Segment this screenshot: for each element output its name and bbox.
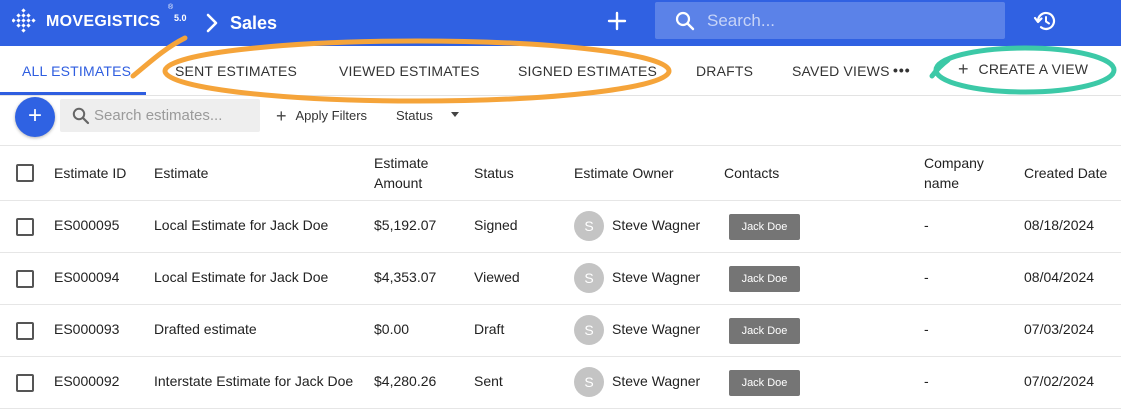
app-logo[interactable]: MOVEGISTICS [12, 8, 160, 36]
tab-sent-estimates[interactable]: SENT ESTIMATES [175, 63, 297, 79]
tab-drafts[interactable]: DRAFTS [696, 63, 753, 79]
cell-created-date: 07/02/2024 [1024, 373, 1095, 389]
cell-amount: $4,280.26 [374, 373, 437, 389]
cell-owner: Steve Wagner [612, 321, 701, 337]
table-header: Estimate ID Estimate Estimate Amount Sta… [0, 145, 1121, 201]
cell-owner: Steve Wagner [612, 217, 701, 233]
cell-amount: $5,192.07 [374, 217, 437, 233]
global-search-placeholder: Search... [707, 11, 776, 30]
column-header-status[interactable]: Status [474, 163, 514, 183]
table-row[interactable]: ES000093 Drafted estimate $0.00 Draft S … [0, 305, 1121, 357]
column-header-contacts[interactable]: Contacts [724, 163, 779, 183]
cell-estimate-name[interactable]: Local Estimate for Jack Doe [154, 217, 328, 233]
contact-chip[interactable]: Jack Doe [729, 214, 800, 240]
cell-created-date: 07/03/2024 [1024, 321, 1095, 337]
plus-icon: + [27, 102, 42, 129]
cell-created-date: 08/18/2024 [1024, 217, 1095, 233]
cell-status: Draft [474, 321, 505, 337]
contact-chip[interactable]: Jack Doe [729, 370, 800, 396]
create-view-label: CREATE A VIEW [978, 61, 1089, 77]
cell-status: Viewed [474, 269, 520, 285]
estimate-search-placeholder: Search estimates... [94, 107, 223, 124]
logo-version: 5.0 [174, 13, 187, 23]
cell-amount: $0.00 [374, 321, 410, 337]
cell-company: - [924, 373, 929, 389]
cell-status: Signed [474, 217, 518, 233]
table-row[interactable]: ES000094 Local Estimate for Jack Doe $4,… [0, 253, 1121, 305]
avatar: S [574, 367, 604, 397]
create-view-button[interactable]: + CREATE A VIEW [958, 60, 1088, 78]
movegistics-logo-icon [12, 8, 36, 33]
search-icon [72, 107, 90, 125]
view-tabs: ALL ESTIMATES SENT ESTIMATES VIEWED ESTI… [0, 46, 1121, 96]
column-header-estimate-id[interactable]: Estimate ID [54, 163, 126, 183]
select-all-checkbox[interactable] [16, 164, 34, 182]
cell-estimate-name[interactable]: Interstate Estimate for Jack Doe [154, 373, 353, 389]
column-header-estimate[interactable]: Estimate [154, 163, 208, 183]
column-header-amount-line2[interactable]: Amount [374, 173, 422, 193]
active-tab-indicator [0, 92, 146, 95]
column-header-owner[interactable]: Estimate Owner [574, 163, 674, 183]
plus-icon: + [276, 105, 287, 126]
avatar: S [574, 315, 604, 345]
estimate-search-input[interactable]: Search estimates... [60, 99, 260, 132]
cell-company: - [924, 321, 929, 337]
global-search-input[interactable]: Search... [655, 2, 1005, 39]
table-row[interactable]: ES000092 Interstate Estimate for Jack Do… [0, 357, 1121, 409]
cell-created-date: 08/04/2024 [1024, 269, 1095, 285]
top-app-bar: MOVEGISTICS ® 5.0 Sales Search... [0, 0, 1121, 46]
cell-owner: Steve Wagner [612, 269, 701, 285]
cell-company: - [924, 217, 929, 233]
cell-owner: Steve Wagner [612, 373, 701, 389]
search-icon [675, 11, 695, 31]
contact-chip[interactable]: Jack Doe [729, 318, 800, 344]
tab-signed-estimates[interactable]: SIGNED ESTIMATES [518, 63, 657, 79]
cell-estimate-id: ES000093 [54, 321, 120, 337]
history-icon[interactable] [1033, 9, 1057, 33]
table-row[interactable]: ES000095 Local Estimate for Jack Doe $5,… [0, 201, 1121, 253]
cell-company: - [924, 269, 929, 285]
status-filter-dropdown[interactable]: Status [396, 108, 459, 123]
contact-chip[interactable]: Jack Doe [729, 266, 800, 292]
cell-estimate-id: ES000094 [54, 269, 120, 285]
cell-estimate-name[interactable]: Local Estimate for Jack Doe [154, 269, 328, 285]
tab-viewed-estimates[interactable]: VIEWED ESTIMATES [339, 63, 480, 79]
apply-filters-button[interactable]: + Apply Filters [276, 105, 368, 126]
row-checkbox[interactable] [16, 270, 34, 288]
tab-saved-views[interactable]: SAVED VIEWS [792, 63, 890, 79]
column-header-company-line1[interactable]: Company [924, 153, 984, 173]
status-filter-label: Status [396, 108, 433, 123]
add-estimate-button[interactable]: + [15, 97, 55, 137]
plus-icon: + [958, 59, 969, 79]
column-header-created-date[interactable]: Created Date [1024, 163, 1107, 183]
row-checkbox[interactable] [16, 322, 34, 340]
cell-status: Sent [474, 373, 503, 389]
caret-down-icon [451, 112, 459, 117]
logo-wordmark: MOVEGISTICS [46, 13, 161, 30]
row-checkbox[interactable] [16, 374, 34, 392]
row-checkbox[interactable] [16, 218, 34, 236]
page-title: Sales [230, 13, 278, 33]
cell-estimate-id: ES000092 [54, 373, 120, 389]
column-header-amount-line1[interactable]: Estimate [374, 153, 428, 173]
cell-estimate-name[interactable]: Drafted estimate [154, 321, 257, 337]
cell-estimate-id: ES000095 [54, 217, 120, 233]
chevron-right-icon [206, 13, 218, 33]
avatar: S [574, 263, 604, 293]
more-horizontal-icon[interactable]: ••• [893, 62, 911, 78]
cell-amount: $4,353.07 [374, 269, 437, 285]
plus-icon[interactable] [606, 10, 628, 32]
avatar: S [574, 211, 604, 241]
column-header-company-line2[interactable]: name [924, 173, 959, 193]
logo-registered-mark: ® [168, 4, 174, 11]
apply-filters-label: Apply Filters [295, 108, 368, 123]
tab-all-estimates[interactable]: ALL ESTIMATES [22, 63, 131, 79]
